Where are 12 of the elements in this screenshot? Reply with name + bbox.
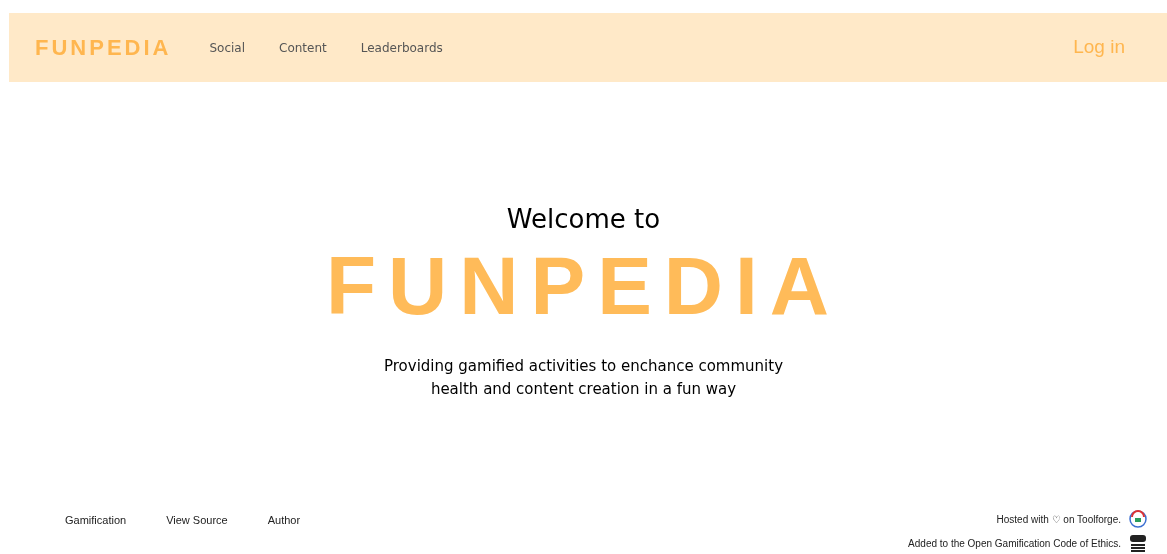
footer-link[interactable]: View Source [166,512,228,529]
nav-link[interactable]: Content [279,38,327,57]
tagline: Providing gamified activities to enchance community health and content creation in a fun way [383,356,784,400]
nav-link[interactable]: Leaderboards [360,38,443,57]
toolforge-logo-icon [1129,510,1147,528]
credit-text: Hosted with ♡ on Toolforge. [996,512,1121,527]
nav-link[interactable]: Social [209,38,246,57]
hero-title: FUNPEDIA [325,241,842,331]
footer-link[interactable]: Author [267,512,301,529]
welcome-heading: Welcome to [506,203,661,236]
credit-text: Added to the Open Gamification Code of Ethics. [908,536,1121,551]
footer-link[interactable]: Gamification [65,512,127,529]
